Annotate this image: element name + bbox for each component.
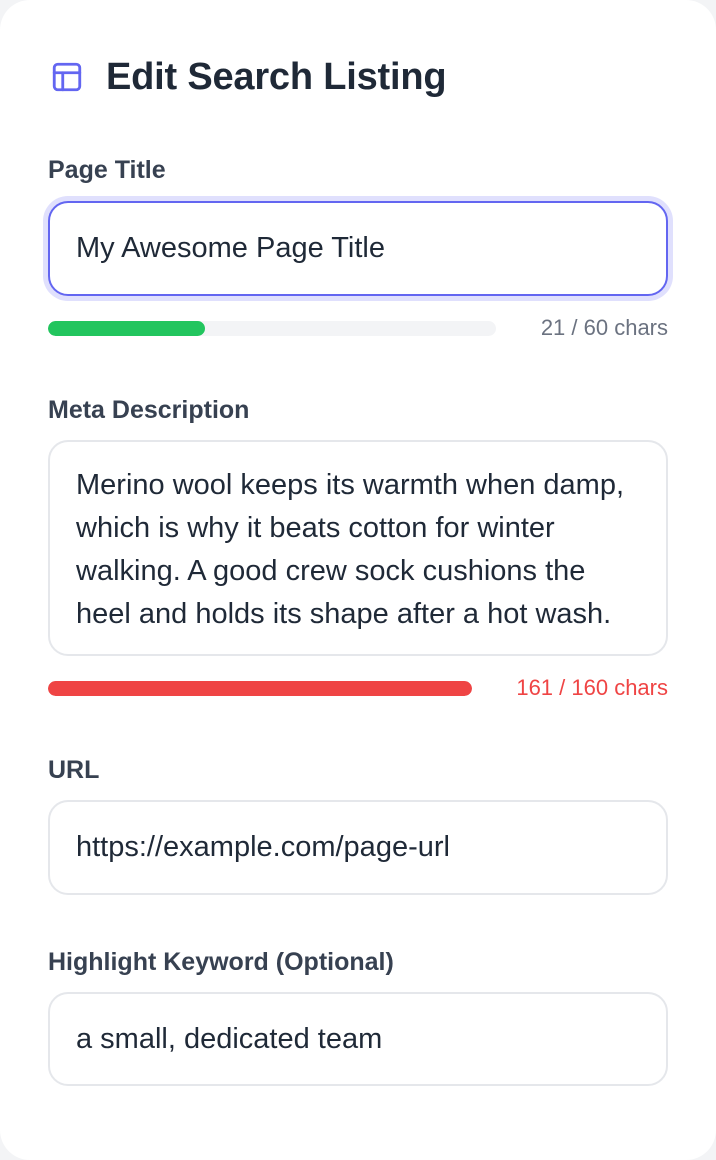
meta-description-progress-track bbox=[48, 680, 472, 696]
meta-description-progress-row: 161 / 160 chars bbox=[48, 673, 668, 703]
page-title-progress-track bbox=[48, 320, 496, 336]
page-title-input[interactable]: My Awesome Page Title bbox=[48, 201, 668, 296]
card-header: Edit Search Listing bbox=[48, 50, 447, 104]
page-title-progress-fill bbox=[48, 320, 205, 336]
meta-description-progress-fill bbox=[48, 680, 472, 696]
meta-description-char-count: 161 / 160 chars bbox=[516, 675, 668, 700]
highlight-keyword-value: a small, dedicated team bbox=[76, 1022, 383, 1055]
url-input[interactable]: https://example.com/page-url bbox=[48, 800, 668, 895]
highlight-keyword-label: Highlight Keyword (Optional) bbox=[48, 948, 394, 976]
page-title-label: Page Title bbox=[48, 156, 166, 184]
meta-description-label: Meta Description bbox=[48, 396, 250, 424]
highlight-keyword-input[interactable]: a small, dedicated team bbox=[48, 992, 668, 1086]
page-title-value: My Awesome Page Title bbox=[76, 232, 385, 264]
page-title-progress-row: 21 / 60 chars bbox=[48, 313, 668, 343]
url-label: URL bbox=[48, 756, 100, 784]
page-title: Edit Search Listing bbox=[106, 55, 447, 98]
edit-listing-card: Edit Search Listing Page Title My Awesom… bbox=[0, 0, 716, 1160]
layout-icon bbox=[48, 58, 86, 96]
page-title-char-count: 21 / 60 chars bbox=[540, 315, 668, 340]
meta-description-value: Merino wool keeps its warmth when damp, … bbox=[76, 469, 625, 630]
meta-description-textarea[interactable]: Merino wool keeps its warmth when damp, … bbox=[48, 440, 668, 656]
url-value: https://example.com/page-url bbox=[76, 831, 450, 863]
